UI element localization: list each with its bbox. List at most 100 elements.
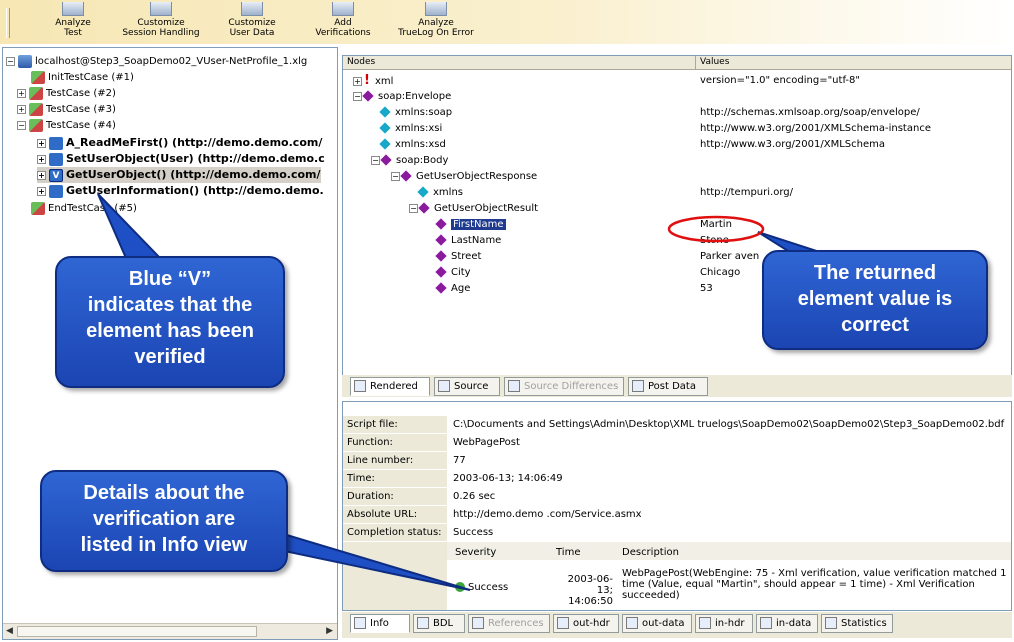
tab-out-hdr[interactable]: out-hdr xyxy=(553,614,619,633)
nodes-column-header[interactable]: Nodes xyxy=(343,56,696,69)
tree-item-setuserobject[interactable]: + SetUserObject(User) (http://demo.demo.c xyxy=(37,151,325,167)
collapse-icon[interactable]: − xyxy=(17,120,26,130)
values-column-header[interactable]: Values xyxy=(696,56,1011,69)
tab-info[interactable]: Info xyxy=(350,614,410,633)
tab-in-hdr[interactable]: in-hdr xyxy=(695,614,753,633)
expand-icon[interactable]: + xyxy=(37,170,46,180)
xml-node-getuserobjectresponse[interactable]: − GetUserObjectResponse xyxy=(391,169,537,185)
xml-value: 53 xyxy=(700,283,713,294)
collapse-icon[interactable]: − xyxy=(409,203,418,213)
info-row-function: Function: WebPagePost xyxy=(343,434,1011,452)
info-value: 77 xyxy=(453,455,466,466)
collapse-icon[interactable]: − xyxy=(6,56,15,66)
tree-item-label: A_ReadMeFirst() (http://demo.demo.com/ xyxy=(66,136,323,149)
callout-returned: The returned element value is correct xyxy=(762,250,988,350)
tab-bdl[interactable]: BDL xyxy=(413,614,465,633)
info-row-line-number: Line number: 77 xyxy=(343,452,1011,470)
tab-statistics[interactable]: Statistics xyxy=(821,614,893,633)
xml-value: http://www.w3.org/2001/XMLSchema-instanc… xyxy=(700,123,931,134)
scroll-left-icon[interactable]: ◀ xyxy=(6,626,13,636)
tab-in-data[interactable]: in-data xyxy=(756,614,818,633)
xml-node-xmlns-xsd[interactable]: xmlns:xsd xyxy=(379,137,446,153)
toolbar-grip[interactable] xyxy=(6,8,10,38)
tree-item-endtestcase[interactable]: EndTestCase (#5) xyxy=(31,201,137,217)
info-label: Absolute URL: xyxy=(343,506,447,524)
in-data-icon xyxy=(760,617,772,629)
callout-line: listed in Info view xyxy=(80,534,248,556)
node-label: Age xyxy=(451,283,471,294)
xml-node-street[interactable]: Street xyxy=(435,249,481,265)
button-label: Session Handling xyxy=(122,28,200,38)
xml-node-xml[interactable]: +! xml xyxy=(353,73,393,89)
node-label: xmlns:xsd xyxy=(395,139,446,150)
info-tabs: Info BDL References out-hdr out-data in-… xyxy=(342,612,1012,638)
xml-node-getuserobjectresult[interactable]: − GetUserObjectResult xyxy=(409,201,538,217)
collapse-icon[interactable]: − xyxy=(391,171,400,181)
node-label: xmlns xyxy=(433,187,463,198)
tree-item-getuserinformation[interactable]: + GetUserInformation() (http://demo.demo. xyxy=(37,183,324,199)
tree-item-label: InitTestCase (#1) xyxy=(48,72,134,83)
truelog-file-icon xyxy=(18,54,32,68)
testcase-icon xyxy=(29,118,43,132)
tree-item-testcase-2[interactable]: + TestCase (#2) xyxy=(17,86,116,102)
callout-line: element has been xyxy=(86,320,254,342)
info-row-script-file: Script file: C:\Documents and Settings\Ad… xyxy=(343,416,1011,434)
processing-instruction-icon: ! xyxy=(364,73,370,88)
tree-item-getuserobject[interactable]: + V GetUserObject() (http://demo.demo.com/ xyxy=(37,167,321,183)
scroll-right-icon[interactable]: ▶ xyxy=(326,626,333,636)
expand-icon[interactable]: + xyxy=(353,76,362,86)
collapse-icon[interactable]: − xyxy=(353,91,362,101)
info-label: Line number: xyxy=(343,452,447,470)
tree-item-inittestcase[interactable]: InitTestCase (#1) xyxy=(31,70,134,86)
expand-icon[interactable]: + xyxy=(37,138,46,148)
xml-node-xmlns-xsi[interactable]: xmlns:xsi xyxy=(379,121,442,137)
tab-post-data[interactable]: Post Data xyxy=(628,377,708,396)
element-icon xyxy=(435,282,447,294)
info-row-time: Time: 2003-06-13; 14:06:49 xyxy=(343,470,1011,488)
xml-node-lastname[interactable]: LastName xyxy=(435,233,501,249)
tab-label: BDL xyxy=(433,618,454,629)
button-label: Test xyxy=(64,28,82,38)
testcase-icon xyxy=(29,102,43,116)
tree-horizontal-scrollbar[interactable]: ◀ ▶ xyxy=(3,623,337,639)
verification-severity[interactable]: Success xyxy=(455,582,508,593)
xml-node-age[interactable]: Age xyxy=(435,281,470,297)
verification-label-cell xyxy=(343,542,447,610)
tab-label: Post Data xyxy=(648,381,696,392)
rendered-icon xyxy=(354,380,366,392)
callout-line: verification are xyxy=(92,508,236,530)
element-icon xyxy=(435,218,447,230)
xml-node-xmlns-soap[interactable]: xmlns:soap xyxy=(379,105,452,121)
tab-references[interactable]: References xyxy=(468,614,550,633)
analyze-truelog-on-error-button[interactable]: Analyze TrueLog On Error xyxy=(388,2,484,38)
xml-node-city[interactable]: City xyxy=(435,265,471,281)
bdl-icon xyxy=(417,617,429,629)
tree-item-testcase-4[interactable]: − TestCase (#4) xyxy=(17,118,116,134)
customize-user-data-button[interactable]: Customize User Data xyxy=(222,2,282,38)
tree-root[interactable]: − localhost@Step3_SoapDemo02_VUser-NetPro… xyxy=(6,54,307,70)
tree-item-testcase-3[interactable]: + TestCase (#3) xyxy=(17,102,116,118)
expand-icon[interactable]: + xyxy=(17,104,26,114)
add-verifications-button[interactable]: Add Verifications xyxy=(312,2,374,38)
expand-icon[interactable]: + xyxy=(17,88,26,98)
tree-item-readmefirst[interactable]: + A_ReadMeFirst() (http://demo.demo.com/ xyxy=(37,135,322,151)
customize-session-handling-button[interactable]: Customize Session Handling xyxy=(120,2,202,38)
collapse-icon[interactable]: − xyxy=(371,155,380,165)
xml-node-envelope[interactable]: − soap:Envelope xyxy=(353,89,451,105)
info-value: WebPagePost xyxy=(453,437,520,448)
expand-icon[interactable]: + xyxy=(37,154,46,164)
analyze-test-button[interactable]: Analyze Test xyxy=(48,2,98,38)
tab-rendered[interactable]: Rendered xyxy=(350,377,430,396)
xml-node-firstname[interactable]: FirstName xyxy=(435,217,506,233)
tree-item-label: GetUserInformation() (http://demo.demo. xyxy=(66,184,324,197)
tab-out-data[interactable]: out-data xyxy=(622,614,692,633)
element-icon xyxy=(380,154,392,166)
page-icon xyxy=(49,152,63,166)
tab-source-differences[interactable]: Source Differences xyxy=(504,377,624,396)
xml-node-xmlns[interactable]: xmlns xyxy=(417,185,463,201)
scroll-thumb[interactable] xyxy=(17,626,257,637)
xml-node-body[interactable]: − soap:Body xyxy=(371,153,448,169)
info-value: Success xyxy=(453,527,494,538)
tab-source[interactable]: Source xyxy=(434,377,500,396)
expand-icon[interactable]: + xyxy=(37,186,46,196)
